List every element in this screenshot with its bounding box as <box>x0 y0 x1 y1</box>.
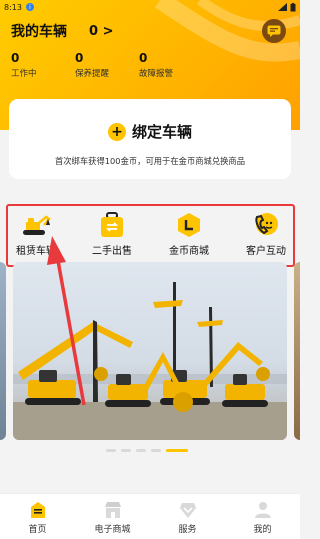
stat-working[interactable]: 0 工作中 <box>11 51 75 79</box>
bind-vehicle-hint: 首次绑车获得100金币，可用于在金币商城兑换商品 <box>54 156 246 166</box>
tab-e-mall[interactable]: 电子商城 <box>75 494 150 539</box>
quick-actions-highlight: 租赁车辆 二手出售 金币商城 客户互动 <box>6 204 295 267</box>
promo-banner[interactable] <box>13 262 287 440</box>
quick-action-customer-interaction[interactable]: 客户互动 <box>234 206 298 257</box>
stat-label: 工作中 <box>11 69 37 79</box>
banner-previous-peek[interactable] <box>0 262 6 440</box>
vehicle-count: 0 > <box>89 23 114 39</box>
message-icon <box>267 25 281 37</box>
stat-value: 0 <box>11 51 20 65</box>
bind-vehicle-card: + 绑定车辆 首次绑车获得100金币，可用于在金币商城兑换商品 <box>9 99 291 179</box>
tab-label: 服务 <box>178 525 197 535</box>
status-indicators <box>278 2 296 12</box>
excavator-icon <box>21 212 51 238</box>
pagination-dot[interactable] <box>106 449 116 452</box>
status-badge: i <box>25 3 34 11</box>
tab-label: 我的 <box>253 525 272 535</box>
coin-icon <box>174 212 204 238</box>
status-bar: 8:13 i <box>0 0 300 14</box>
excavator-fleet-image <box>13 282 287 440</box>
banner-next-peek[interactable] <box>294 262 300 440</box>
user-icon <box>253 501 273 519</box>
quick-action-rent-vehicle[interactable]: 租赁车辆 <box>4 206 68 257</box>
quick-action-label: 租赁车辆 <box>16 246 56 257</box>
message-button[interactable] <box>262 19 286 43</box>
tab-label: 首页 <box>28 525 47 535</box>
tab-service[interactable]: 服务 <box>150 494 225 539</box>
phone-chat-icon <box>251 212 281 238</box>
stat-value: 0 <box>75 51 84 65</box>
tab-mine[interactable]: 我的 <box>225 494 300 539</box>
pagination-dot[interactable] <box>136 449 146 452</box>
pagination-dot[interactable] <box>121 449 131 452</box>
stat-maintenance[interactable]: 0 保养提醒 <box>75 51 139 79</box>
tab-home[interactable]: 首页 <box>0 494 75 539</box>
tab-label: 电子商城 <box>94 525 131 535</box>
bind-vehicle-label: 绑定车辆 <box>131 123 192 141</box>
banner-pagination <box>106 449 188 452</box>
vehicle-stats: 0 工作中 0 保养提醒 0 故障报警 <box>11 51 203 79</box>
stat-value: 0 <box>139 51 148 65</box>
stat-label: 保养提醒 <box>75 69 110 79</box>
service-icon <box>178 501 198 519</box>
pagination-dot-active[interactable] <box>166 449 188 452</box>
shop-icon <box>103 501 123 519</box>
battery-icon <box>290 2 296 11</box>
page-title: 我的车辆 <box>11 24 67 40</box>
pagination-dot[interactable] <box>151 449 161 452</box>
vehicle-title-row[interactable]: 我的车辆 0 > <box>11 21 113 41</box>
stat-fault-alarm[interactable]: 0 故障报警 <box>139 51 203 79</box>
quick-action-label: 金币商城 <box>169 246 209 257</box>
home-icon <box>28 501 48 519</box>
quick-action-label: 二手出售 <box>92 246 132 257</box>
quick-action-coin-mall[interactable]: 金币商城 <box>157 206 221 257</box>
plus-icon: + <box>107 122 126 141</box>
signal-icon <box>278 3 287 11</box>
quick-action-label: 客户互动 <box>246 246 286 257</box>
bag-icon <box>97 212 127 238</box>
bottom-tab-bar: 首页 电子商城 服务 我的 <box>0 493 300 539</box>
status-time: 8:13 <box>4 2 22 12</box>
bind-vehicle-button[interactable]: + 绑定车辆 <box>9 121 291 142</box>
quick-action-secondhand-sale[interactable]: 二手出售 <box>80 206 144 257</box>
stat-label: 故障报警 <box>139 69 174 79</box>
